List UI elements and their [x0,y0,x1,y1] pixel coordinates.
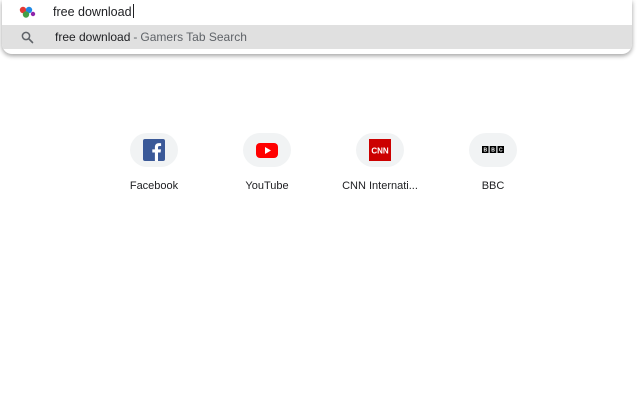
suggestion-query: free download [55,30,131,44]
shortcut-label: YouTube [245,180,289,192]
suggestion-row[interactable]: free download - Gamers Tab Search [2,25,632,49]
suggestion-separator: - [133,30,138,44]
shortcut-label: CNN Internati... [342,180,418,192]
bbc-icon: B B C [482,146,504,154]
svg-text:B: B [483,148,487,154]
shortcut-label: Facebook [129,180,179,192]
text-caret [132,4,134,18]
youtube-icon [256,143,278,158]
shortcut-label: BBC [481,180,505,192]
shortcut-icon-background [243,133,291,167]
shortcuts-grid: Facebook YouTube CNN CNN Internati... B … [0,132,640,202]
suggestion-text: free download - Gamers Tab Search [55,28,247,46]
shortcut-bbc[interactable]: B B C BBC [443,132,543,202]
shortcut-facebook[interactable]: Facebook [104,132,204,202]
colorful-dots-logo-icon [19,6,36,18]
omnibox-input[interactable]: free download [53,3,134,21]
facebook-icon [143,139,165,161]
omnibox[interactable]: free download [2,0,632,24]
shortcut-icon-background [130,133,178,167]
cnn-icon: CNN [369,139,391,161]
shortcut-icon-background: B B C [469,133,517,167]
search-icon [21,31,34,44]
omnibox-query-text: free download [53,5,132,19]
svg-text:CNN: CNN [371,147,389,156]
new-tab-page: free download free download - Gamers Tab S… [0,0,640,400]
shortcut-icon-background: CNN [356,133,404,167]
shortcut-cnn[interactable]: CNN CNN Internati... [330,132,430,202]
shortcut-youtube[interactable]: YouTube [217,132,317,202]
suggestion-source: Gamers Tab Search [140,30,247,44]
svg-text:C: C [499,148,503,154]
omnibox-popup: free download free download - Gamers Tab S… [2,0,632,54]
svg-text:B: B [491,148,495,154]
